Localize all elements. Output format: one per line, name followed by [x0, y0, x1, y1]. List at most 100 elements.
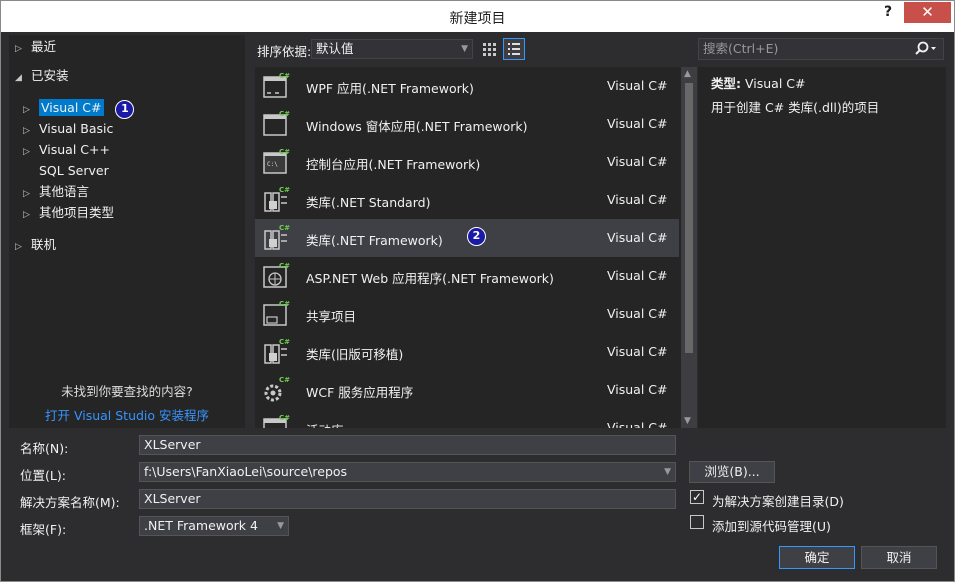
wcf-service-icon: C#: [261, 375, 291, 405]
framework-label: 框架(F):: [20, 522, 67, 537]
template-row[interactable]: C# 类库(.NET Framework) 2 Visual C#: [255, 219, 679, 257]
template-row[interactable]: C:\ C# 控制台应用(.NET Framework) Visual C#: [255, 143, 679, 181]
tree-node-visual-basic[interactable]: ▷ Visual Basic: [23, 119, 113, 139]
solution-name-field[interactable]: XLServer: [139, 489, 676, 509]
svg-text:C#: C#: [279, 186, 290, 194]
template-name: 活动库: [306, 420, 344, 428]
step-badge: 1: [115, 100, 135, 119]
expand-arrow-icon[interactable]: ▷: [23, 121, 39, 141]
tree-node-other-project-types[interactable]: ▷ 其他项目类型: [23, 203, 114, 223]
tree-node-installed[interactable]: ◢ 已安装: [15, 66, 69, 86]
details-panel: 类型: Visual C# 用于创建 C# 类库(.dll)的项目: [698, 67, 946, 428]
solution-name-label: 解决方案名称(M):: [20, 495, 120, 510]
template-row[interactable]: C# 类库(旧版可移植) Visual C#: [255, 333, 679, 371]
template-name: 控制台应用(.NET Framework): [306, 157, 481, 172]
create-directory-checkbox[interactable]: ✓: [690, 490, 704, 504]
cancel-button[interactable]: 取消: [861, 546, 937, 569]
template-language: Visual C#: [607, 306, 668, 321]
svg-text:C#: C#: [279, 148, 290, 156]
open-installer-link[interactable]: 打开 Visual Studio 安装程序: [9, 405, 245, 424]
template-name: 类库(.NET Standard): [306, 195, 431, 210]
template-row[interactable]: C# WCF 服务应用程序 Visual C#: [255, 371, 679, 409]
search-input[interactable]: 搜索(Ctrl+E): [698, 38, 944, 60]
expand-arrow-icon[interactable]: ▷: [15, 237, 31, 257]
template-name: 共享项目: [306, 309, 357, 324]
add-source-control-checkbox[interactable]: [690, 515, 704, 529]
template-language: Visual C#: [607, 382, 668, 397]
template-row[interactable]: C# WPF 应用(.NET Framework) Visual C#: [255, 67, 679, 105]
template-row[interactable]: C# 共享项目 Visual C#: [255, 295, 679, 333]
tree-node-sql-server[interactable]: SQL Server: [39, 161, 109, 181]
add-source-control-label[interactable]: 添加到源代码管理(U): [712, 516, 831, 535]
tree-node-online[interactable]: ▷ 联机: [15, 235, 56, 255]
svg-text:C#: C#: [279, 224, 290, 232]
svg-text:C#: C#: [279, 110, 290, 118]
template-description: 用于创建 C# 类库(.dll)的项目: [711, 100, 880, 115]
list-view-icon[interactable]: [503, 38, 525, 60]
create-directory-label[interactable]: 为解决方案创建目录(D): [712, 491, 844, 510]
activity-library-icon: C#: [261, 413, 291, 428]
expand-arrow-icon[interactable]: ▷: [15, 39, 31, 59]
template-language: Visual C#: [607, 344, 668, 359]
type-row: 类型: Visual C#: [711, 76, 806, 91]
template-language: Visual C#: [607, 420, 668, 428]
web-app-icon: C#: [261, 261, 291, 291]
svg-text:C#: C#: [279, 414, 290, 422]
search-icon[interactable]: [913, 39, 937, 59]
scroll-down-icon[interactable]: ▼: [684, 416, 691, 426]
tree-node-visual-csharp[interactable]: ▷ Visual C# 1: [23, 98, 135, 120]
not-found-text: 未找到你要查找的内容?: [61, 384, 193, 399]
svg-text:C#: C#: [279, 72, 290, 80]
help-button[interactable]: ?: [877, 4, 899, 24]
framework-dropdown[interactable]: .NET Framework 4 ▼: [139, 516, 289, 536]
class-library-icon: C#: [261, 185, 291, 215]
template-name: 类库(旧版可移植): [306, 347, 404, 362]
ok-button[interactable]: 确定: [779, 546, 855, 569]
location-combo[interactable]: f:\Users\FanXiaoLei\source\repos ▼: [139, 462, 676, 482]
tree-node-recent[interactable]: ▷ 最近: [15, 37, 56, 57]
expand-arrow-icon[interactable]: ▷: [23, 100, 39, 120]
template-language: Visual C#: [607, 268, 668, 283]
tree-node-visual-cpp[interactable]: ▷ Visual C++: [23, 140, 110, 160]
class-library-icon: C#: [261, 223, 291, 253]
grid-view-icon[interactable]: [479, 39, 499, 59]
template-list-scrollbar[interactable]: ▲ ▼: [681, 67, 697, 428]
name-label: 名称(N):: [20, 441, 69, 456]
browse-button[interactable]: 浏览(B)...: [689, 461, 775, 483]
template-row[interactable]: C# Windows 窗体应用(.NET Framework) Visual C#: [255, 105, 679, 143]
scrollbar-thumb[interactable]: [685, 83, 693, 353]
collapse-arrow-icon[interactable]: ◢: [15, 68, 31, 88]
location-label: 位置(L):: [20, 468, 66, 483]
template-row[interactable]: C# ASP.NET Web 应用程序(.NET Framework) Visual…: [255, 257, 679, 295]
sort-label: 排序依据:: [257, 44, 312, 59]
expand-arrow-icon[interactable]: ▷: [23, 205, 39, 225]
template-language: Visual C#: [607, 192, 668, 207]
name-field[interactable]: XLServer: [139, 435, 676, 455]
template-language: Visual C#: [607, 78, 668, 93]
svg-text:C#: C#: [279, 376, 290, 384]
shared-project-icon: C#: [261, 299, 291, 329]
template-row[interactable]: C# 类库(.NET Standard) Visual C#: [255, 181, 679, 219]
chevron-down-icon: ▼: [461, 44, 468, 54]
template-language: Visual C#: [607, 116, 668, 131]
scroll-up-icon[interactable]: ▲: [684, 69, 691, 79]
winforms-app-icon: C#: [261, 109, 291, 139]
new-project-dialog: 新建项目 ? ✕ ▷ 最近 ◢ 已安装 ▷ Visual C# 1 ▷ Visual B…: [0, 0, 955, 582]
template-row[interactable]: C# 活动库 Visual C#: [255, 409, 679, 428]
sort-dropdown[interactable]: 默认值 ▼: [311, 39, 473, 59]
tree-node-other-languages[interactable]: ▷ 其他语言: [23, 182, 89, 202]
template-list: C# WPF 应用(.NET Framework) Visual C# C# Windo…: [255, 67, 681, 428]
expand-arrow-icon[interactable]: ▷: [23, 142, 39, 162]
expand-arrow-icon[interactable]: ▷: [23, 184, 39, 204]
template-name: 类库(.NET Framework): [306, 233, 443, 248]
class-library-icon: C#: [261, 337, 291, 367]
svg-text:C#: C#: [279, 338, 290, 346]
template-name: WPF 应用(.NET Framework): [306, 81, 474, 96]
svg-text:C#: C#: [279, 262, 290, 270]
template-name: WCF 服务应用程序: [306, 385, 414, 400]
wpf-app-icon: C#: [261, 71, 291, 101]
chevron-down-icon[interactable]: ▼: [664, 463, 671, 481]
close-button[interactable]: ✕: [904, 2, 951, 23]
chevron-down-icon[interactable]: ▼: [277, 517, 284, 535]
svg-text:C:\: C:\: [267, 161, 278, 168]
